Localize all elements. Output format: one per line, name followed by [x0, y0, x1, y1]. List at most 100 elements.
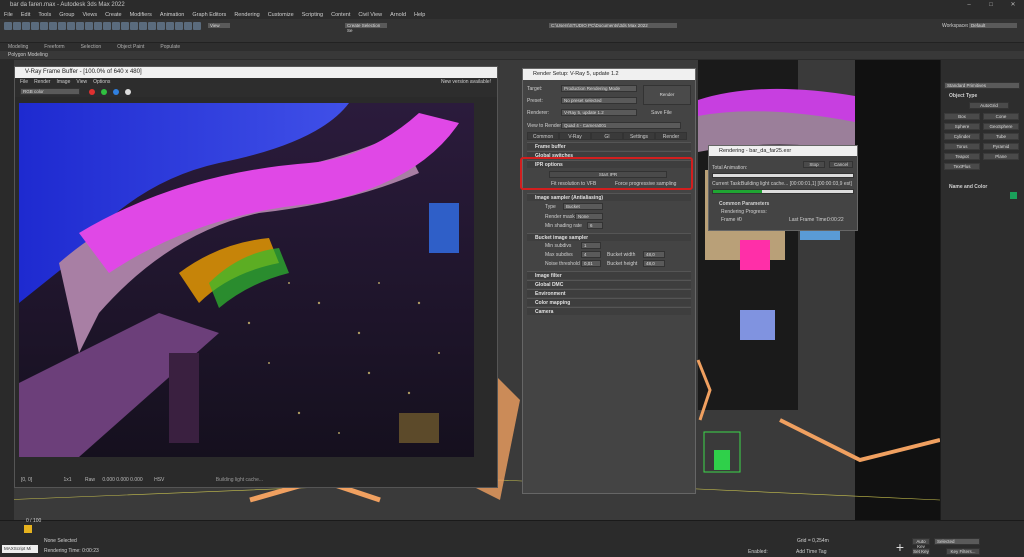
- menu-item-civil-view[interactable]: Civil View: [358, 12, 382, 18]
- key-selection-dropdown[interactable]: Selected: [934, 538, 980, 545]
- primitive-plane-button[interactable]: Plane: [983, 153, 1019, 160]
- primitive-torus-button[interactable]: Torus: [944, 143, 980, 150]
- view-to-render-dropdown[interactable]: Quad 4 - Camera001: [561, 122, 681, 129]
- rollout-bucket-sampler[interactable]: Bucket image sampler: [527, 233, 691, 241]
- menu-item-rendering[interactable]: Rendering: [234, 12, 259, 18]
- frame-counter[interactable]: 0 / 100: [26, 518, 41, 524]
- ribbon-tab-selection[interactable]: Selection: [81, 44, 102, 50]
- maximize-button[interactable]: □: [980, 0, 1002, 10]
- toolbar-tool-icon[interactable]: [58, 22, 66, 30]
- toolbar-tool-icon[interactable]: [22, 22, 30, 30]
- rollout-camera[interactable]: Camera: [527, 307, 691, 315]
- red-channel-icon[interactable]: [89, 89, 95, 95]
- autogrid-checkbox[interactable]: AutoGrid: [969, 102, 1009, 109]
- toolbar-tool-icon[interactable]: [103, 22, 111, 30]
- primitive-box-button[interactable]: Box: [944, 113, 980, 120]
- selection-set-dropdown[interactable]: Create Selection Se: [344, 22, 388, 33]
- toolbar-tool-icon[interactable]: [193, 22, 201, 30]
- ribbon-tab-modeling[interactable]: Modeling: [8, 44, 28, 50]
- toolbar-tool-icon[interactable]: [175, 22, 183, 30]
- toolbar-tool-icon[interactable]: [184, 22, 192, 30]
- rollout-color-mapping[interactable]: Color mapping: [527, 298, 691, 306]
- menu-item-create[interactable]: Create: [105, 12, 122, 18]
- toolbar-tool-icon[interactable]: [13, 22, 21, 30]
- noise-threshold-input[interactable]: 0,01: [581, 260, 601, 267]
- cancel-button[interactable]: Cancel: [829, 161, 853, 168]
- rollout-image-filter[interactable]: Image filter: [527, 271, 691, 279]
- close-button[interactable]: ✕: [1002, 0, 1024, 10]
- menu-item-views[interactable]: Views: [83, 12, 98, 18]
- toolbar-tool-icon[interactable]: [112, 22, 120, 30]
- object-color-swatch[interactable]: [1010, 192, 1017, 199]
- min-shading-input[interactable]: 6: [587, 222, 603, 229]
- primitive-tube-button[interactable]: Tube: [983, 133, 1019, 140]
- toolbar-tool-icon[interactable]: [40, 22, 48, 30]
- primitive-cylinder-button[interactable]: Cylinder: [944, 133, 980, 140]
- vfb-menu-render[interactable]: Render: [34, 79, 50, 85]
- toolbar-tool-icon[interactable]: [67, 22, 75, 30]
- rollout-environment[interactable]: Environment: [527, 289, 691, 297]
- new-version-notice[interactable]: New version available!: [441, 79, 491, 85]
- vfb-hsv[interactable]: HSV: [154, 477, 164, 483]
- rollout-frame-buffer[interactable]: Frame buffer: [527, 142, 691, 150]
- toolbar-tool-icon[interactable]: [4, 22, 12, 30]
- max-subdivs-input[interactable]: 4: [581, 251, 601, 258]
- menu-item-graph-editors[interactable]: Graph Editors: [192, 12, 226, 18]
- menu-item-tools[interactable]: Tools: [38, 12, 51, 18]
- primitive-sphere-button[interactable]: Sphere: [944, 123, 980, 130]
- toolbar-tool-icon[interactable]: [139, 22, 147, 30]
- vfb-menu-image[interactable]: Image: [56, 79, 70, 85]
- set-key-button[interactable]: Set Key: [912, 548, 930, 555]
- minimize-button[interactable]: –: [958, 0, 980, 10]
- preset-dropdown[interactable]: No preset selected: [561, 97, 637, 104]
- rs-tab-v-ray[interactable]: V-Ray: [559, 132, 591, 140]
- menu-item-group[interactable]: Group: [59, 12, 74, 18]
- ribbon-tab-object-paint[interactable]: Object Paint: [117, 44, 144, 50]
- menu-item-animation[interactable]: Animation: [160, 12, 184, 18]
- primitive-type-dropdown[interactable]: Standard Primitives: [944, 82, 1020, 89]
- save-file-checkbox[interactable]: Save File: [651, 110, 672, 116]
- primitive-pyramid-button[interactable]: Pyramid: [983, 143, 1019, 150]
- vfb-menu-options[interactable]: Options: [93, 79, 110, 85]
- toolbar-tool-icon[interactable]: [157, 22, 165, 30]
- green-channel-icon[interactable]: [101, 89, 107, 95]
- primitive-cone-button[interactable]: Cone: [983, 113, 1019, 120]
- sampler-type-dropdown[interactable]: Bucket: [563, 203, 603, 210]
- toolbar-tool-icon[interactable]: [166, 22, 174, 30]
- ribbon-tab-freeform[interactable]: Freeform: [44, 44, 64, 50]
- menu-item-content[interactable]: Content: [331, 12, 350, 18]
- toolbar-tool-icon[interactable]: [76, 22, 84, 30]
- vfb-menu-view[interactable]: View: [76, 79, 87, 85]
- toolbar-tool-icon[interactable]: [85, 22, 93, 30]
- add-time-tag[interactable]: Add Time Tag: [796, 549, 826, 555]
- toolbar-tool-icon[interactable]: [130, 22, 138, 30]
- object-type-rollout[interactable]: Object Type: [949, 93, 977, 99]
- menu-item-help[interactable]: Help: [414, 12, 425, 18]
- set-key-icon[interactable]: +: [893, 540, 907, 554]
- menu-item-edit[interactable]: Edit: [21, 12, 30, 18]
- toolbar-tool-icon[interactable]: [49, 22, 57, 30]
- stop-button[interactable]: Stop: [803, 161, 825, 168]
- primitive-teapot-button[interactable]: Teapot: [944, 153, 980, 160]
- menu-item-file[interactable]: File: [4, 12, 13, 18]
- vfb-menu-file[interactable]: File: [20, 79, 28, 85]
- renderer-dropdown[interactable]: V-Ray 5, update 1.2: [561, 109, 637, 116]
- blue-channel-icon[interactable]: [113, 89, 119, 95]
- name-color-rollout[interactable]: Name and Color: [949, 184, 987, 190]
- rs-tab-settings[interactable]: Settings: [623, 132, 655, 140]
- rs-tab-gi[interactable]: GI: [591, 132, 623, 140]
- workspace-dropdown[interactable]: Default: [968, 22, 1018, 29]
- min-subdivs-input[interactable]: 1: [581, 242, 601, 249]
- time-slider[interactable]: [24, 525, 32, 533]
- maxscript-listener[interactable]: MAXScript Mi: [2, 545, 38, 553]
- toolbar-tool-icon[interactable]: [31, 22, 39, 30]
- toolbar-tool-icon[interactable]: [121, 22, 129, 30]
- primitive-geosphere-button[interactable]: GeoSphere: [983, 123, 1019, 130]
- toolbar-tool-icon[interactable]: [148, 22, 156, 30]
- toolbar-tool-icon[interactable]: [94, 22, 102, 30]
- vfb-sample-mode[interactable]: 1x1: [64, 477, 72, 483]
- auto-key-button[interactable]: Auto Key: [912, 538, 930, 549]
- menu-item-scripting[interactable]: Scripting: [302, 12, 323, 18]
- project-path[interactable]: C:\Users\STUDIO PC\Documents\3ds Max 202…: [548, 22, 678, 29]
- bucket-height-input[interactable]: 48,0: [643, 260, 665, 267]
